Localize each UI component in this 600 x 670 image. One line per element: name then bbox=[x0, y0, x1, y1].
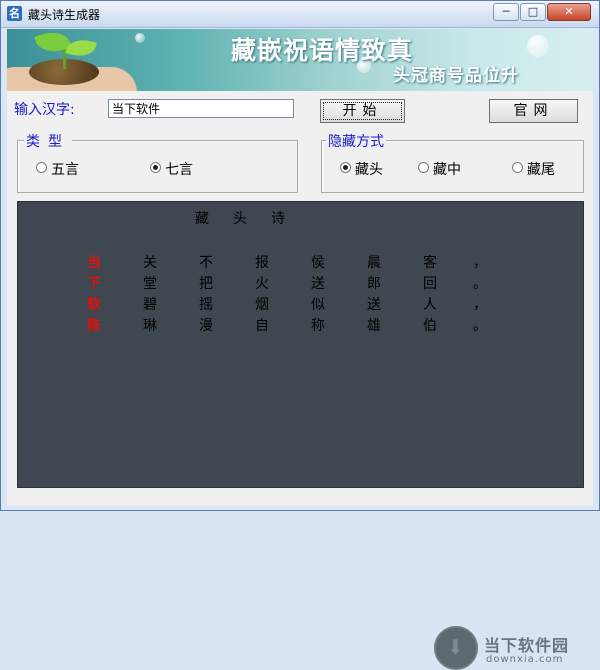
app-icon: 名 bbox=[7, 6, 22, 21]
poem-char: 送 bbox=[367, 297, 381, 313]
title-bar[interactable]: 名 藏头诗生成器 ─ □ ✕ bbox=[1, 1, 599, 28]
app-window: 名 藏头诗生成器 ─ □ ✕ 藏嵌祝语情致真 头冠商号品位升 输入汉字: 开始 … bbox=[0, 0, 600, 670]
poem-char: 称 bbox=[311, 318, 325, 334]
poem-char: 回 bbox=[423, 276, 437, 292]
poem-char: 人 bbox=[423, 297, 437, 313]
radio-indicator bbox=[512, 162, 523, 173]
poem-char: 似 bbox=[311, 297, 325, 313]
poem-head-char: 下 bbox=[87, 276, 101, 292]
hide-mode-group-title: 隐藏方式 bbox=[326, 131, 386, 151]
poem-char: 摇 bbox=[199, 297, 213, 313]
poem-output-panel: 藏头诗 当关不报侯晨客，下堂把火送郎回。软碧摇烟似送人，陈琳漫自称雄伯。 ⬇ 当… bbox=[17, 201, 584, 670]
poem-char: 送 bbox=[311, 276, 325, 292]
banner-slogan-main: 藏嵌祝语情致真 bbox=[231, 36, 414, 65]
hide-mode-groupbox: 隐藏方式 藏头 藏中 藏尾 bbox=[321, 131, 584, 193]
minimize-button[interactable]: ─ bbox=[493, 3, 519, 21]
radio-hide-head[interactable]: 藏头 bbox=[340, 159, 383, 179]
radio-label: 藏头 bbox=[355, 162, 383, 178]
type-groupbox: 类型 五言 七言 bbox=[17, 131, 298, 193]
input-label: 输入汉字: bbox=[14, 102, 75, 118]
poem-char: 雄 bbox=[367, 318, 381, 334]
poem-char: 客 bbox=[423, 255, 437, 271]
poem-char: 琳 bbox=[143, 318, 157, 334]
watermark-text: 当下软件园 bbox=[484, 636, 570, 655]
window-title: 藏头诗生成器 bbox=[28, 8, 101, 22]
maximize-button[interactable]: □ bbox=[520, 3, 546, 21]
poem-punctuation: 。 bbox=[473, 276, 487, 292]
radio-indicator-selected bbox=[340, 162, 351, 173]
chinese-text-input[interactable] bbox=[108, 99, 294, 118]
radio-label: 藏中 bbox=[433, 162, 461, 178]
bubble-decoration bbox=[527, 35, 549, 57]
poem-char: 侯 bbox=[311, 255, 325, 271]
poem-char: 把 bbox=[199, 276, 213, 292]
poem-char: 报 bbox=[255, 255, 269, 271]
radio-five-char[interactable]: 五言 bbox=[36, 159, 79, 179]
bubble-decoration bbox=[135, 33, 145, 43]
poem-char: 关 bbox=[143, 255, 157, 271]
poem-char: 晨 bbox=[367, 255, 381, 271]
official-site-button[interactable]: 官网 bbox=[489, 99, 578, 123]
poem-punctuation: ， bbox=[473, 255, 487, 271]
client-area: 藏嵌祝语情致真 头冠商号品位升 输入汉字: 开始 官网 类型 五言 七言 隐藏方… bbox=[7, 29, 593, 670]
start-button[interactable]: 开始 bbox=[320, 99, 405, 123]
poem-char: 自 bbox=[255, 318, 269, 334]
radio-hide-middle[interactable]: 藏中 bbox=[418, 159, 461, 179]
radio-indicator bbox=[36, 162, 47, 173]
banner-slogan-sub: 头冠商号品位升 bbox=[393, 66, 519, 86]
radio-seven-char[interactable]: 七言 bbox=[150, 159, 193, 179]
watermark-url: downxia.com bbox=[486, 654, 564, 665]
poem-char: 火 bbox=[255, 276, 269, 292]
poem-title: 藏头诗 bbox=[195, 211, 309, 227]
poem-head-char: 陈 bbox=[87, 318, 101, 334]
poem-char: 伯 bbox=[423, 318, 437, 334]
poem-char: 堂 bbox=[143, 276, 157, 292]
banner-image: 藏嵌祝语情致真 头冠商号品位升 bbox=[7, 29, 593, 91]
download-logo-icon: ⬇ bbox=[434, 626, 478, 670]
radio-hide-tail[interactable]: 藏尾 bbox=[512, 159, 555, 179]
type-group-title: 类型 bbox=[24, 131, 72, 151]
poem-char: 烟 bbox=[255, 297, 269, 313]
poem-head-char: 软 bbox=[87, 297, 101, 313]
poem-punctuation: 。 bbox=[473, 318, 487, 334]
close-button[interactable]: ✕ bbox=[547, 3, 591, 21]
poem-char: 漫 bbox=[199, 318, 213, 334]
radio-indicator bbox=[418, 162, 429, 173]
poem-char: 不 bbox=[199, 255, 213, 271]
poem-char: 郎 bbox=[367, 276, 381, 292]
radio-label: 七言 bbox=[165, 162, 193, 178]
radio-indicator-selected bbox=[150, 162, 161, 173]
leaf-graphic bbox=[65, 35, 97, 61]
poem-punctuation: ， bbox=[473, 297, 487, 313]
poem-char: 碧 bbox=[143, 297, 157, 313]
poem-head-char: 当 bbox=[87, 255, 101, 271]
radio-label: 五言 bbox=[51, 162, 79, 178]
radio-label: 藏尾 bbox=[527, 162, 555, 178]
